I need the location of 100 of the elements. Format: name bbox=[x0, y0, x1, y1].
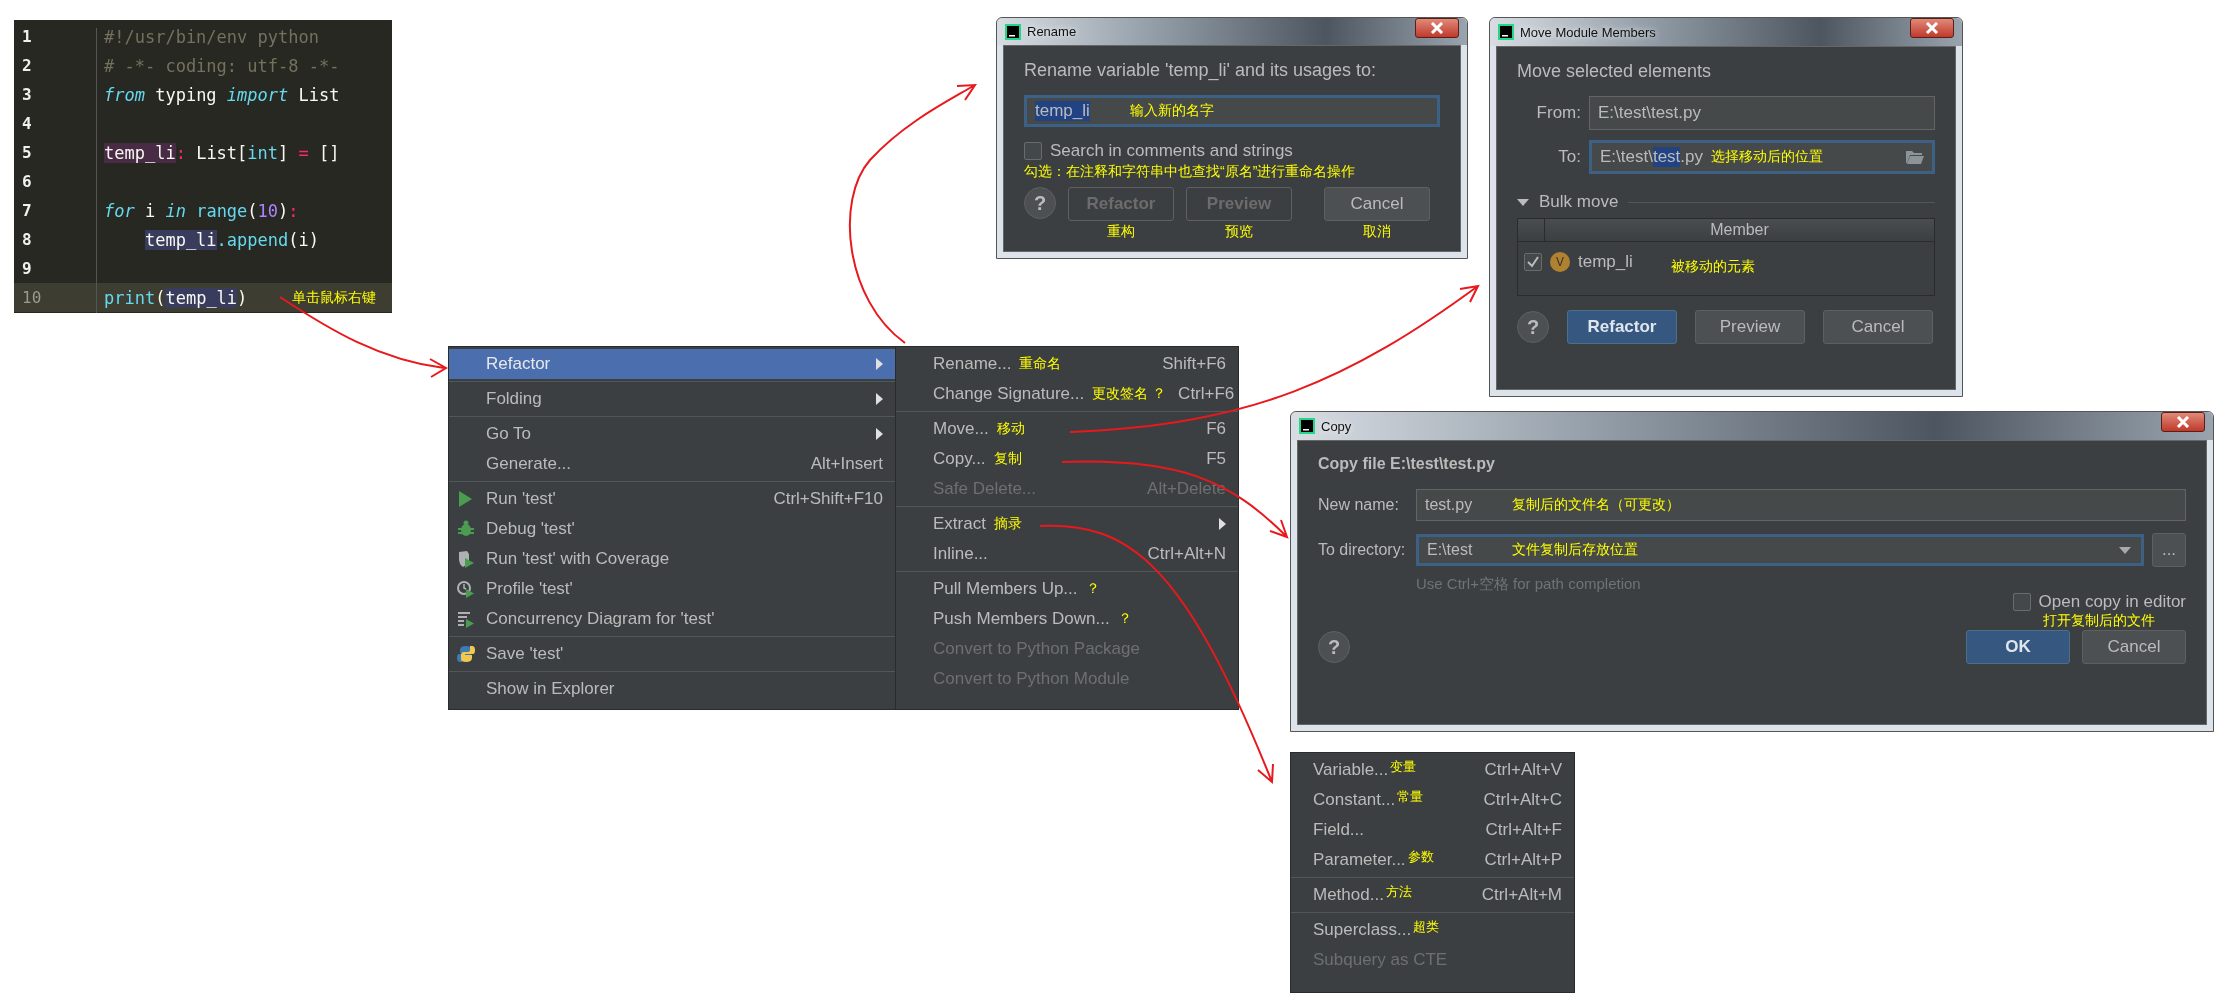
checkbox-label[interactable]: Open copy in editor bbox=[2038, 592, 2186, 612]
menu-item[interactable]: Run 'test' Ctrl+Shift+F10 bbox=[449, 484, 895, 514]
play-icon bbox=[457, 490, 473, 508]
menu-item[interactable]: Folding bbox=[449, 384, 895, 414]
member-name: temp_li bbox=[1578, 252, 1633, 272]
help-button[interactable]: ? bbox=[1318, 631, 1350, 663]
close-icon bbox=[1430, 22, 1444, 34]
shortcut: F6 bbox=[1206, 419, 1226, 439]
browse-button[interactable]: ... bbox=[2152, 533, 2186, 567]
code-line: #!/usr/bin/env python bbox=[104, 26, 319, 47]
close-icon bbox=[2176, 416, 2190, 428]
path-field[interactable]: E:\test\test.py bbox=[1589, 96, 1935, 130]
annotation: 复制后的文件名（可更改） bbox=[1512, 496, 1681, 514]
help-button[interactable]: ? bbox=[1024, 187, 1056, 219]
menu-item[interactable]: Save 'test' bbox=[449, 639, 895, 669]
menu-item[interactable]: Refactor bbox=[449, 349, 895, 379]
line-number: 5 bbox=[21, 143, 33, 162]
menu-item[interactable]: Inline... Ctrl+Alt+N bbox=[896, 539, 1238, 569]
code-line: temp_li.append(i) bbox=[143, 229, 319, 250]
menu-item[interactable]: Go To bbox=[449, 419, 895, 449]
close-button[interactable] bbox=[1415, 18, 1459, 38]
menu-item[interactable]: Profile 'test' bbox=[449, 574, 895, 604]
menu-item[interactable]: Change Signature... 更改签名 ？ Ctrl+F6 bbox=[896, 379, 1238, 409]
checkbox[interactable] bbox=[2012, 593, 2031, 611]
dropdown-arrow-icon[interactable] bbox=[2119, 546, 2131, 554]
window-title: Move Module Members bbox=[1520, 24, 1656, 40]
checkbox-label[interactable]: Search in comments and strings bbox=[1050, 141, 1293, 161]
line-number: 4 bbox=[21, 114, 33, 133]
annotation: 文件复制后存放位置 bbox=[1512, 541, 1639, 559]
menu-item[interactable]: Rename... 重命名 Shift+F6 bbox=[896, 349, 1238, 379]
menu-item[interactable]: Extract 摘录 bbox=[896, 509, 1238, 539]
shortcut: Alt+Insert bbox=[810, 454, 883, 474]
shortcut: Ctrl+Alt+P bbox=[1484, 850, 1562, 870]
menu-item[interactable]: Debug 'test' bbox=[449, 514, 895, 544]
python-icon bbox=[457, 645, 475, 663]
line-number: 9 bbox=[21, 259, 33, 278]
app-icon bbox=[1005, 23, 1021, 40]
shortcut: Shift+F6 bbox=[1162, 354, 1226, 374]
code-line: for i in range(10): bbox=[104, 200, 299, 221]
section-title: Bulk move bbox=[1539, 192, 1619, 212]
checkbox[interactable] bbox=[1024, 142, 1042, 160]
field-label: New name: bbox=[1318, 496, 1400, 514]
name-field[interactable]: test.py 复制后的文件名（可更改） bbox=[1416, 489, 2186, 521]
annotation: 方法 bbox=[1385, 883, 1412, 901]
shortcut: Ctrl+Alt+F bbox=[1485, 820, 1562, 840]
annotation: 复制 bbox=[993, 450, 1022, 468]
annotation: 更改签名 ？ bbox=[1092, 385, 1167, 403]
line-number: 1 bbox=[21, 27, 33, 46]
close-button[interactable] bbox=[2161, 412, 2205, 432]
app-icon bbox=[1299, 418, 1315, 434]
menu-item[interactable]: Concurrency Diagram for 'test' bbox=[449, 604, 895, 634]
menu-item[interactable]: Pull Members Up... ？ bbox=[896, 574, 1238, 604]
menu-item[interactable]: Copy... 复制 F5 bbox=[896, 444, 1238, 474]
menu-item[interactable]: Run 'test' with Coverage bbox=[449, 544, 895, 574]
variable-badge: V bbox=[1550, 252, 1570, 272]
help-button[interactable]: ? bbox=[1517, 311, 1549, 343]
code-line: temp_li: List[int] = [] bbox=[104, 142, 340, 163]
menu-item[interactable]: Move... 移动 F6 bbox=[896, 414, 1238, 444]
menu-item[interactable]: Field... Ctrl+Alt+F bbox=[1291, 815, 1574, 845]
field-label: To directory: bbox=[1318, 541, 1407, 559]
shortcut: Ctrl+Alt+C bbox=[1483, 790, 1562, 810]
path-field[interactable]: E:\test\test.py 选择移动后的位置 bbox=[1589, 140, 1935, 174]
heading: Copy file E:\test\test.py bbox=[1318, 455, 1496, 473]
shortcut: Ctrl+Alt+M bbox=[1481, 885, 1562, 905]
annotation: 超类 bbox=[1413, 918, 1440, 936]
line-number: 10 bbox=[21, 288, 43, 307]
dialog-button[interactable]: Cancel bbox=[1823, 310, 1933, 344]
checkbox[interactable] bbox=[1524, 253, 1542, 271]
bug-icon bbox=[457, 520, 475, 538]
name-field[interactable]: temp_li 输入新的名字 bbox=[1024, 95, 1440, 127]
annotation: 常量 bbox=[1397, 788, 1424, 806]
expand-arrow-icon[interactable] bbox=[1517, 198, 1529, 206]
annotation: 取消 bbox=[1363, 223, 1391, 241]
annotation: 打开复制后的文件 bbox=[2043, 612, 2156, 630]
annotation: ？ bbox=[1085, 580, 1100, 598]
folder-icon[interactable] bbox=[1906, 150, 1924, 164]
close-button[interactable] bbox=[1910, 18, 1954, 38]
dialog-button[interactable]: OK bbox=[1966, 630, 2070, 664]
field-label: From: bbox=[1535, 103, 1582, 123]
menu-item[interactable]: Generate... Alt+Insert bbox=[449, 449, 895, 479]
close-icon bbox=[1925, 22, 1939, 34]
menu-item[interactable]: Push Members Down... ？ bbox=[896, 604, 1238, 634]
prompt-text: Rename variable 'temp_li' and its usages to: bbox=[1024, 60, 1378, 81]
code-editor[interactable]: 1 #!/usr/bin/env python 2 # -*- coding: utf-8 -*- 3 from typing import List 4 5 temp_li: List[int] = [] 6 7 for i in range(10): 8 temp_li.append(i) 9 10 print(temp_li) 单击鼠标右键 bbox=[14, 20, 392, 313]
line-number: 6 bbox=[21, 172, 33, 191]
dialog-button[interactable]: Preview bbox=[1695, 310, 1805, 344]
annotation: 被移动的元素 bbox=[1670, 258, 1755, 276]
directory-field[interactable]: E:\test 文件复制后存放位置 bbox=[1416, 534, 2144, 566]
window-title: Copy bbox=[1321, 418, 1352, 434]
menu-item[interactable]: Show in Explorer bbox=[449, 674, 895, 704]
heading: Move selected elements bbox=[1517, 61, 1713, 82]
annotation: 移动 bbox=[996, 420, 1025, 438]
shortcut: Ctrl+Alt+V bbox=[1484, 760, 1562, 780]
field-label: To: bbox=[1557, 147, 1582, 167]
dialog-button[interactable]: Refactor bbox=[1567, 310, 1677, 344]
code-line: from typing import List bbox=[104, 84, 340, 105]
annotation: 单击鼠标右键 bbox=[292, 288, 376, 307]
dialog-button[interactable]: Cancel bbox=[2082, 630, 2186, 664]
dialog-button[interactable]: Cancel bbox=[1324, 187, 1430, 221]
shortcut: F5 bbox=[1206, 449, 1226, 469]
